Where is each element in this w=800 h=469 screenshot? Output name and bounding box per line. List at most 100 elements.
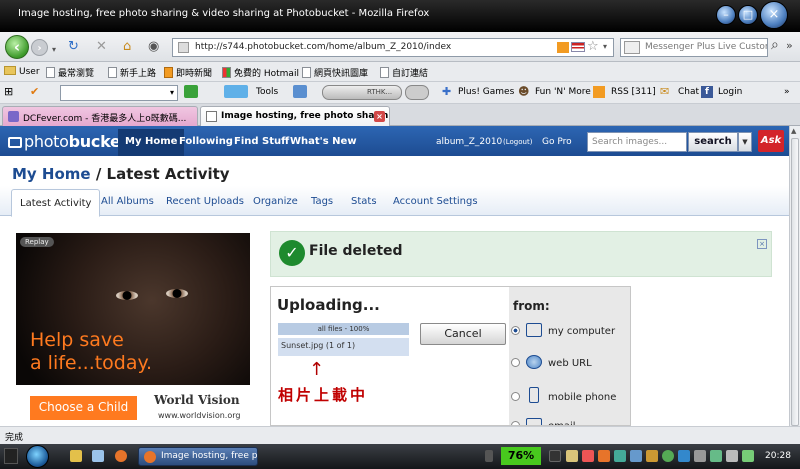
nav-my-home[interactable]: My Home xyxy=(118,129,185,156)
tab-organize[interactable]: Organize xyxy=(253,196,298,207)
tab-recent-uploads[interactable]: Recent Uploads xyxy=(166,196,244,207)
toolbar-menu-icon[interactable]: ⊞ xyxy=(4,85,13,98)
fun-n-more-menu[interactable]: Fun 'N' More xyxy=(535,87,591,97)
bookmark-hotmail[interactable]: 免費的 Hotmail xyxy=(222,66,299,79)
bluetooth-icon[interactable] xyxy=(678,450,690,462)
tab-dcfever[interactable]: DCFever.com - 香港最多人上o既數碼... xyxy=(2,106,198,126)
ad-replay-button[interactable]: Replay xyxy=(20,237,54,247)
radio-my-computer[interactable] xyxy=(511,326,520,335)
back-button[interactable]: ‹ xyxy=(5,35,29,59)
ask-logo[interactable]: Ask xyxy=(758,130,784,152)
source-email[interactable]: email xyxy=(511,418,576,425)
address-bar[interactable]: http://s744.photobucket.com/home/album_Z… xyxy=(172,38,614,57)
upload-progress-all: all files - 100% xyxy=(278,323,409,335)
battery-indicator[interactable]: 76% xyxy=(501,447,541,465)
nav-find-stuff[interactable]: Find Stuff xyxy=(234,136,289,147)
vertical-scrollbar[interactable]: ▲ xyxy=(789,126,800,426)
login-link[interactable]: Login xyxy=(718,87,742,97)
source-my-computer[interactable]: my computer xyxy=(511,323,615,337)
source-mobile-phone[interactable]: mobile phone xyxy=(511,387,616,403)
toolbar-overflow-icon[interactable]: » xyxy=(784,87,790,97)
bookmark-news[interactable]: 即時新聞 xyxy=(164,66,212,79)
breadcrumb-home[interactable]: My Home xyxy=(12,165,91,183)
quicklaunch-firefox-icon[interactable] xyxy=(115,450,127,462)
taskbar-clock[interactable]: 20:28 xyxy=(765,451,791,461)
plus-games-link[interactable]: Plus! Games xyxy=(458,87,514,97)
close-icon[interactable]: × xyxy=(757,239,767,249)
tab-photobucket[interactable]: Image hosting, free photo sharin... × xyxy=(200,106,390,126)
tab-all-albums[interactable]: All Albums xyxy=(101,196,154,207)
minimize-button[interactable]: – xyxy=(716,5,736,25)
start-button[interactable] xyxy=(26,445,49,468)
search-dropdown-icon[interactable]: ▼ xyxy=(738,132,752,152)
close-window-button[interactable]: × xyxy=(760,1,788,29)
cancel-upload-button[interactable]: Cancel xyxy=(420,323,506,345)
music-icon[interactable] xyxy=(293,85,307,98)
radio-mobile-phone[interactable] xyxy=(511,392,520,401)
go-icon[interactable] xyxy=(184,85,198,98)
volume-icon[interactable] xyxy=(405,85,429,100)
scroll-up-icon[interactable]: ▲ xyxy=(791,127,796,135)
bookmark-web-slices[interactable]: 網頁快訊圖庫 xyxy=(302,66,368,79)
quicklaunch-desktop-icon[interactable] xyxy=(92,450,104,462)
tab-tags[interactable]: Tags xyxy=(311,196,333,207)
choose-a-child-button[interactable]: Choose a Child xyxy=(30,396,137,420)
tray-app-icon[interactable] xyxy=(630,450,642,462)
logout-link[interactable]: (Logout) xyxy=(503,138,532,146)
tray-battery-icon[interactable] xyxy=(742,450,754,462)
speech-bubble-icon[interactable]: ◉ xyxy=(148,40,159,54)
toolbar-logo-icon[interactable]: ✔ xyxy=(30,85,39,98)
album-name[interactable]: album_Z_2010 xyxy=(436,137,502,147)
chat-link[interactable]: Chat xyxy=(678,87,699,97)
flag-icon[interactable] xyxy=(571,42,585,52)
tray-app-icon[interactable] xyxy=(662,450,674,462)
photobucket-search-input[interactable]: Search images... xyxy=(587,132,687,152)
bookmark-getting-started[interactable]: 新手上路 xyxy=(108,66,156,79)
toolbar-overflow-icon[interactable]: » xyxy=(786,39,793,53)
bookmark-custom-links[interactable]: 自訂連結 xyxy=(380,66,428,79)
tools-menu[interactable]: Tools xyxy=(256,87,278,97)
media-player[interactable]: RTHK... xyxy=(322,85,402,100)
tray-app-icon[interactable] xyxy=(582,450,594,462)
tray-keyboard-icon[interactable] xyxy=(549,450,561,462)
tray-app-icon[interactable] xyxy=(646,450,658,462)
taskbar-firefox-window[interactable]: Image hosting, free ph... xyxy=(138,447,258,466)
scrollbar-thumb[interactable] xyxy=(791,138,799,426)
stop-icon[interactable]: ✕ xyxy=(96,40,107,54)
tray-app-icon[interactable] xyxy=(694,450,706,462)
network-icon[interactable] xyxy=(710,450,722,462)
tray-app-icon[interactable] xyxy=(598,450,610,462)
volume-icon[interactable] xyxy=(726,450,738,462)
search-icon[interactable]: ⌕ xyxy=(771,38,779,52)
rss-menu[interactable]: RSS [311] xyxy=(611,87,656,97)
tab-account-settings[interactable]: Account Settings xyxy=(393,196,478,207)
url-dropdown-icon[interactable]: ▾ xyxy=(603,42,607,51)
tray-app-icon[interactable] xyxy=(566,450,578,462)
nav-following[interactable]: Following xyxy=(179,136,233,147)
rss-feed-icon[interactable] xyxy=(557,42,569,53)
bookmark-star-icon[interactable]: ☆ xyxy=(587,39,599,54)
photobucket-search-button[interactable]: search xyxy=(688,132,738,152)
toolbar-dropdown[interactable]: ▾ xyxy=(60,85,178,101)
nav-whats-new[interactable]: What's New xyxy=(290,136,357,147)
tab-stats[interactable]: Stats xyxy=(351,196,377,207)
search-box[interactable]: Messenger Plus Live Custom xyxy=(620,38,768,57)
reload-icon[interactable]: ↻ xyxy=(68,40,79,54)
go-pro-link[interactable]: Go Pro xyxy=(542,137,572,147)
page-icon xyxy=(108,67,117,78)
close-tab-icon[interactable]: × xyxy=(374,111,385,122)
forward-button[interactable]: › xyxy=(31,39,48,56)
quicklaunch-folder-icon[interactable] xyxy=(70,450,82,462)
maximize-button[interactable]: □ xyxy=(738,5,758,25)
world-vision-ad[interactable]: Replay Help save a life...today. Choose … xyxy=(16,233,250,426)
home-icon[interactable]: ⌂ xyxy=(123,40,131,54)
search-engine-icon[interactable] xyxy=(624,41,640,54)
tab-latest-activity[interactable]: Latest Activity xyxy=(11,189,101,217)
photobucket-logo[interactable]: photobucket xyxy=(8,132,128,151)
bookmark-user[interactable]: User xyxy=(4,66,40,77)
radio-web-url[interactable] xyxy=(511,358,520,367)
history-dropdown-icon[interactable]: ▾ xyxy=(52,43,56,57)
source-web-url[interactable]: web URL xyxy=(511,355,592,369)
tray-app-icon[interactable] xyxy=(614,450,626,462)
bookmark-most-visited[interactable]: 最常瀏覽 xyxy=(46,66,94,79)
